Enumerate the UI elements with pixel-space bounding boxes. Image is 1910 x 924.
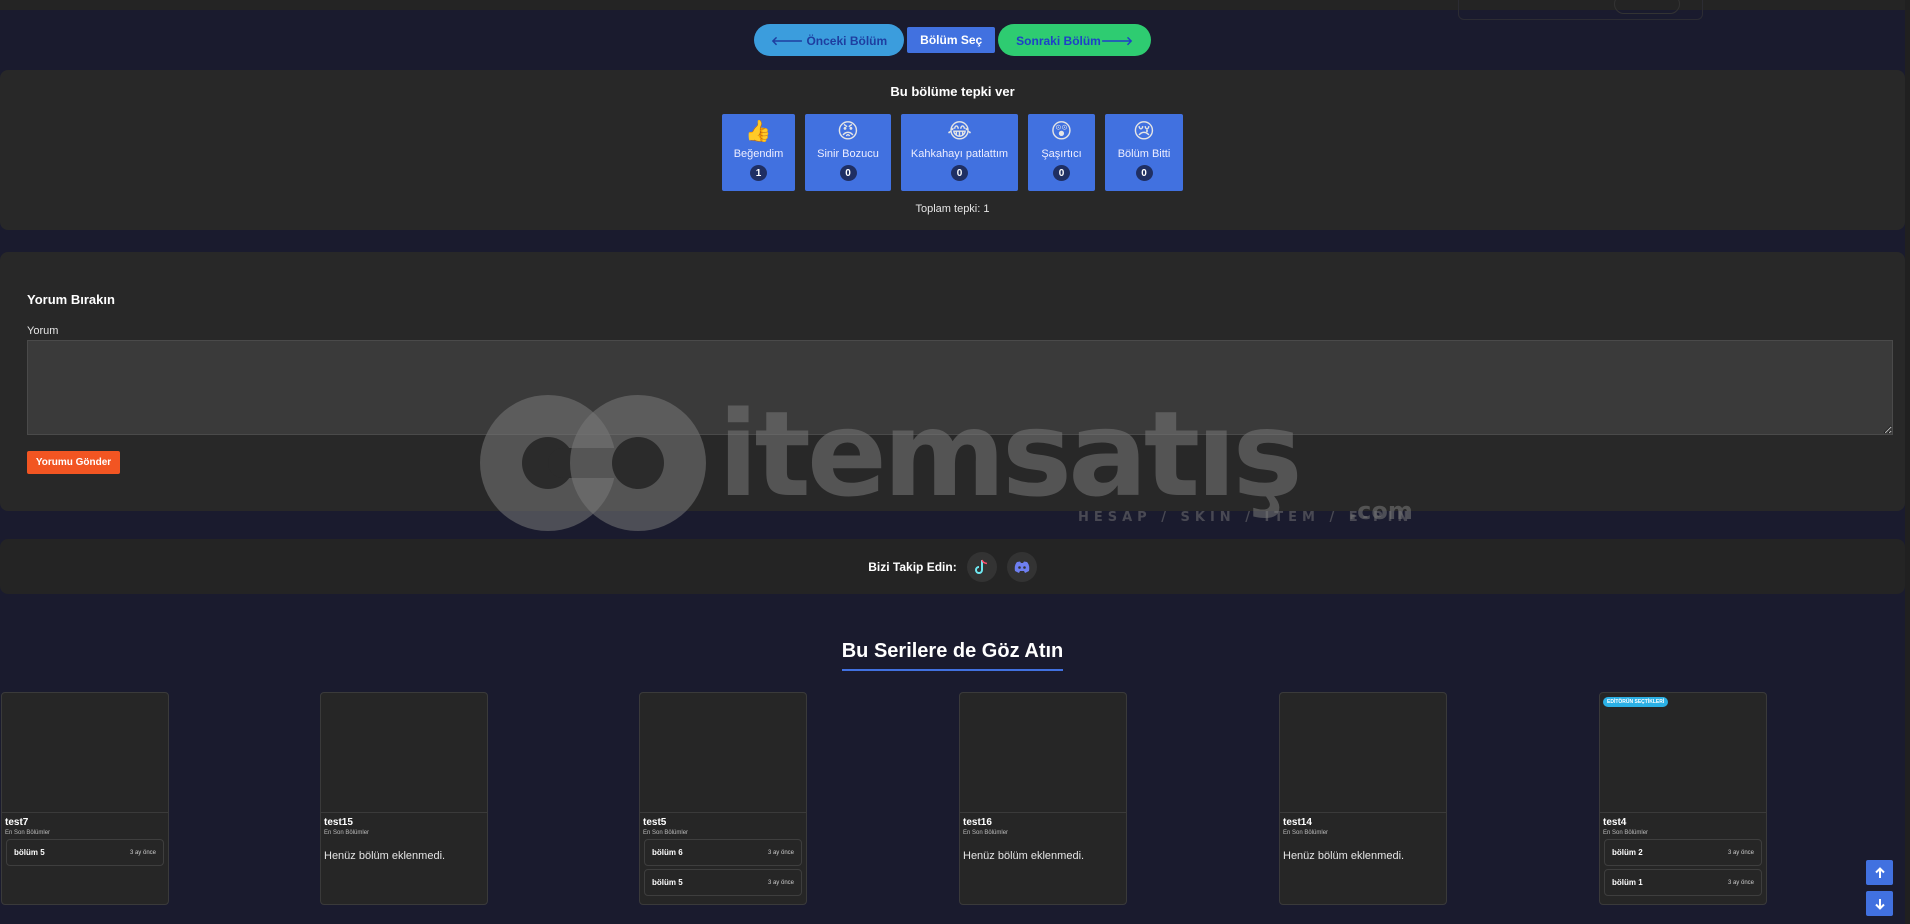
series-card-test15[interactable]: test15 En Son Bölümler Henüz bölüm eklen… <box>320 692 488 905</box>
episode-name: bölüm 5 <box>652 878 683 887</box>
series-subtitle: En Son Bölümler <box>643 830 689 836</box>
series-subtitle: En Son Bölümler <box>5 830 51 836</box>
scroll-to-bottom-button[interactable] <box>1866 891 1893 916</box>
select-episode-button[interactable]: Bölüm Seç <box>907 27 996 53</box>
thumbs-up-icon: 👍 <box>745 120 772 143</box>
reaction-label: Sinir Bozucu <box>817 148 879 160</box>
episode-time: 3 ay önce <box>767 849 794 856</box>
episode-item[interactable]: bölüm 6 3 ay önce <box>644 839 802 866</box>
next-episode-button[interactable]: Sonraki Bölüm🡒 <box>998 24 1152 56</box>
reactions-total: Toplam tepki: 1 <box>915 203 990 215</box>
reaction-label: Beğendim <box>733 148 784 160</box>
series-thumbnail[interactable] <box>2 693 168 813</box>
series-name[interactable]: test14 <box>1283 817 1446 828</box>
series-subtitle: En Son Bölümler <box>963 830 1009 836</box>
episode-time: 3 ay önce <box>767 879 794 886</box>
episode-item[interactable]: bölüm 2 3 ay önce <box>1604 839 1762 866</box>
series-name[interactable]: test4 <box>1603 817 1766 828</box>
follow-label: Bizi Takip Edin: <box>868 559 957 574</box>
top-search-remnant <box>1458 0 1703 20</box>
episode-item[interactable]: bölüm 1 3 ay önce <box>1604 869 1762 896</box>
reaction-laugh[interactable]: 😂 Kahkahayı patlattım 0 <box>901 114 1018 191</box>
reaction-count: 1 <box>750 165 767 181</box>
reaction-like[interactable]: 👍 Beğendim 1 <box>722 114 795 191</box>
episode-time: 3 ay önce <box>129 849 156 856</box>
discord-icon[interactable] <box>1006 551 1037 582</box>
reaction-episode-over[interactable]: 😢 Bölüm Bitti 0 <box>1105 114 1183 191</box>
crying-face-icon: 😢 <box>1133 120 1155 143</box>
series-card-test4[interactable]: EDİTÖRÜN SEÇTİKLERİ test4 En Son Bölümle… <box>1599 692 1767 905</box>
no-episodes-text: Henüz bölüm eklenmedi. <box>963 850 1085 862</box>
reactions-panel: Bu bölüme tepki ver 👍 Beğendim 1 😡 Sinir… <box>0 70 1905 230</box>
surprised-face-icon: 😲 <box>1050 120 1073 143</box>
series-subtitle: En Son Bölümler <box>1603 830 1649 836</box>
comment-textarea[interactable] <box>27 340 1893 435</box>
episode-item[interactable]: bölüm 5 3 ay önce <box>644 869 802 896</box>
no-episodes-text: Henüz bölüm eklenmedi. <box>324 850 446 862</box>
series-card-test5[interactable]: test5 En Son Bölümler bölüm 6 3 ay önce … <box>639 692 807 905</box>
series-card-test7[interactable]: test7 En Son Bölümler bölüm 5 3 ay önce <box>1 692 169 905</box>
comment-panel: Yorum Bırakın Yorum Yorumu Gönder <box>0 252 1905 511</box>
comment-title: Yorum Bırakın <box>27 292 115 307</box>
page-scrollbar[interactable] <box>1905 0 1910 924</box>
scroll-to-top-button[interactable] <box>1866 860 1893 885</box>
arrow-up-icon <box>1874 866 1885 878</box>
reaction-count: 0 <box>951 165 968 181</box>
series-section-title: Bu Serilere de Göz Atın <box>0 640 1905 671</box>
watermark-tagline: HESAP / SKIN / ITEM / E-PIN <box>1078 510 1414 525</box>
reactions-title: Bu bölüme tepki ver <box>890 84 1015 99</box>
reaction-label: Şaşırtıcı <box>1041 148 1082 160</box>
episode-item[interactable]: bölüm 5 3 ay önce <box>6 839 164 866</box>
episode-name: bölüm 5 <box>14 848 45 857</box>
series-name[interactable]: test7 <box>5 817 168 828</box>
comment-field-label: Yorum <box>27 325 59 337</box>
series-title: Bu Serilere de Göz Atın <box>841 640 1064 671</box>
top-pill <box>1614 0 1680 14</box>
reaction-count: 0 <box>1135 165 1153 181</box>
tiktok-icon[interactable] <box>966 551 997 582</box>
episode-name: bölüm 6 <box>652 848 683 857</box>
series-card-test14[interactable]: test14 En Son Bölümler Henüz bölüm eklen… <box>1279 692 1447 905</box>
series-name[interactable]: test5 <box>643 817 806 828</box>
editors-pick-badge: EDİTÖRÜN SEÇTİKLERİ <box>1603 697 1669 707</box>
reaction-surprised[interactable]: 😲 Şaşırtıcı 0 <box>1028 114 1095 191</box>
episode-navigation: 🡐 Önceki Bölüm Bölüm Seç Sonraki Bölüm🡒 <box>0 24 1905 56</box>
reaction-annoying[interactable]: 😡 Sinir Bozucu 0 <box>805 114 891 191</box>
series-thumbnail[interactable] <box>640 693 806 813</box>
reaction-label: Bölüm Bitti <box>1117 148 1171 160</box>
episode-time: 3 ay önce <box>1727 849 1754 856</box>
reaction-label: Kahkahayı patlattım <box>910 148 1009 160</box>
series-name[interactable]: test16 <box>963 817 1126 828</box>
episode-time: 3 ay önce <box>1727 879 1754 886</box>
reactions-row: 👍 Beğendim 1 😡 Sinir Bozucu 0 😂 Kahkahay… <box>0 114 1905 191</box>
arrow-down-icon <box>1874 898 1885 910</box>
series-thumbnail[interactable] <box>960 693 1126 813</box>
series-subtitle: En Son Bölümler <box>1283 830 1329 836</box>
reaction-count: 0 <box>839 165 857 181</box>
no-episodes-text: Henüz bölüm eklenmedi. <box>1283 850 1405 862</box>
series-name[interactable]: test15 <box>324 817 487 828</box>
submit-comment-button[interactable]: Yorumu Gönder <box>27 451 120 474</box>
series-thumbnail[interactable]: EDİTÖRÜN SEÇTİKLERİ <box>1600 693 1766 813</box>
angry-face-icon: 😡 <box>837 120 859 143</box>
reaction-count: 0 <box>1053 165 1070 181</box>
follow-bar: Bizi Takip Edin: <box>0 539 1905 594</box>
series-card-test16[interactable]: test16 En Son Bölümler Henüz bölüm eklen… <box>959 692 1127 905</box>
episode-name: bölüm 1 <box>1612 878 1643 887</box>
episode-name: bölüm 2 <box>1612 848 1643 857</box>
laughing-face-icon: 😂 <box>947 120 972 143</box>
series-subtitle: En Son Bölümler <box>324 830 370 836</box>
series-thumbnail[interactable] <box>321 693 487 813</box>
previous-episode-button[interactable]: 🡐 Önceki Bölüm <box>753 24 905 56</box>
series-thumbnail[interactable] <box>1280 693 1446 813</box>
